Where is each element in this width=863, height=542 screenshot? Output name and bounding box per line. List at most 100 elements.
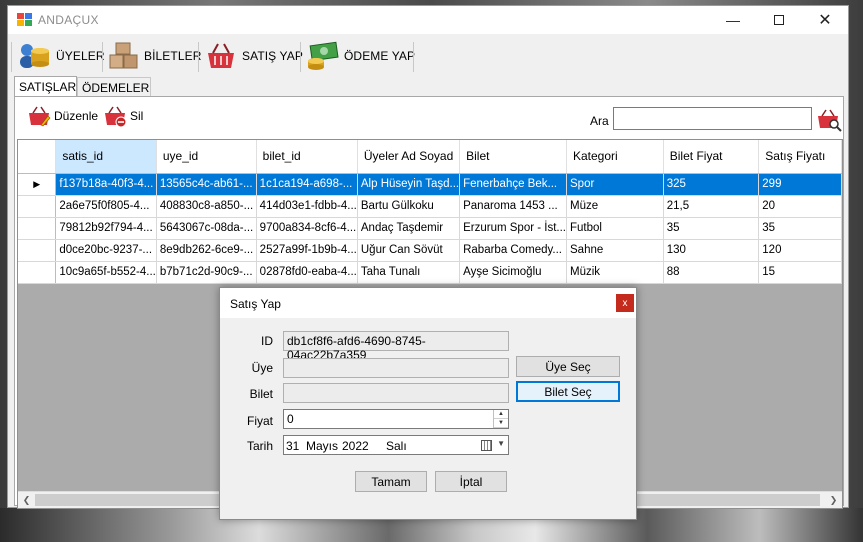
table-cell[interactable]: 79812b92f794-4... (55, 217, 157, 240)
table-row[interactable]: ▶ f137b18a-40f3-4... 13565c4c-ab61-... 1… (18, 173, 842, 196)
table-cell[interactable]: 1c1ca194-a698-... (256, 173, 358, 196)
table-cell[interactable]: Ayşe Sicimoğlu (459, 261, 567, 284)
table-cell[interactable]: Erzurum Spor - İst... (459, 217, 567, 240)
table-cell[interactable]: 21,5 (663, 195, 760, 218)
table-cell[interactable]: Bartu Gülkoku (357, 195, 461, 218)
spin-up-icon[interactable]: ▲ (494, 410, 508, 419)
tab-sales[interactable]: SATIŞLAR (14, 76, 77, 98)
id-field[interactable]: db1cf8f6-afd6-4690-8745-04ac22b7a359 (283, 331, 509, 362)
table-cell[interactable]: Müze (566, 195, 664, 218)
maximize-button[interactable] (756, 6, 802, 34)
column-header[interactable]: Kategori (566, 140, 664, 174)
table-cell[interactable]: 15 (758, 261, 842, 284)
table-cell[interactable]: Futbol (566, 217, 664, 240)
table-cell[interactable]: d0ce20bc-9237-... (55, 239, 157, 262)
calendar-icon[interactable] (481, 440, 492, 451)
toolbar-separator (300, 42, 301, 72)
column-header[interactable]: uye_id (156, 140, 257, 174)
ticket-field[interactable] (283, 383, 509, 403)
column-header[interactable]: satis_id (55, 140, 157, 174)
table-cell[interactable]: 130 (663, 239, 760, 262)
table-row[interactable]: 79812b92f794-4... 5643067c-08da-... 9700… (18, 217, 842, 240)
row-header[interactable] (18, 239, 57, 262)
pay-label: ÖDEME YAP (344, 49, 416, 63)
edit-button[interactable]: Düzenle (27, 105, 98, 127)
column-header[interactable]: Bilet (459, 140, 567, 174)
table-cell[interactable]: 02878fd0-eaba-4... (256, 261, 358, 284)
table-cell[interactable]: Müzik (566, 261, 664, 284)
minimize-button[interactable]: — (710, 6, 756, 34)
table-cell[interactable]: Panaroma 1453 ... (459, 195, 567, 218)
table-cell[interactable]: 35 (758, 217, 842, 240)
pay-button[interactable]: ÖDEME YAP (306, 40, 415, 72)
table-cell[interactable]: 408830c8-a850-... (156, 195, 257, 218)
corner-header[interactable] (18, 140, 57, 174)
table-cell[interactable]: 414d03e1-fdbb-4... (256, 195, 358, 218)
table-cell[interactable]: 88 (663, 261, 760, 284)
row-header[interactable] (18, 217, 57, 240)
ok-button[interactable]: Tamam (355, 471, 427, 492)
column-header[interactable]: bilet_id (256, 140, 358, 174)
table-cell[interactable]: Uğur Can Sövüt (357, 239, 461, 262)
date-picker[interactable]: 31 Mayıs 2022 Salı ▼ (283, 435, 509, 455)
ticket-label: Bilet (249, 387, 273, 401)
table-cell[interactable]: 13565c4c-ab61-... (156, 173, 257, 196)
table-cell[interactable]: 10c9a65f-b552-4... (55, 261, 157, 284)
table-row[interactable]: 2a6e75f0f805-4... 408830c8-a850-... 414d… (18, 195, 842, 218)
column-header[interactable]: Bilet Fiyat (663, 140, 760, 174)
table-cell[interactable]: Andaç Taşdemir (357, 217, 461, 240)
table-row[interactable]: 10c9a65f-b552-4... b7b71c2d-90c9-... 028… (18, 261, 842, 284)
table-cell[interactable]: 2a6e75f0f805-4... (55, 195, 157, 218)
scroll-right-icon[interactable]: ❯ (825, 492, 842, 508)
table-row[interactable]: d0ce20bc-9237-... 8e9db262-6ce9-... 2527… (18, 239, 842, 262)
table-cell[interactable]: Taha Tunalı (357, 261, 461, 284)
table-cell[interactable]: Rabarba Comedy... (459, 239, 567, 262)
member-field[interactable] (283, 358, 509, 378)
table-cell[interactable]: 325 (663, 173, 760, 196)
delete-button[interactable]: Sil (103, 105, 143, 127)
price-spinner[interactable]: ▲ ▼ (493, 410, 508, 428)
table-cell[interactable]: 2527a99f-1b9b-4... (256, 239, 358, 262)
spin-down-icon[interactable]: ▼ (494, 419, 508, 428)
edit-label: Düzenle (54, 109, 99, 123)
table-cell[interactable]: 9700a834-8cf6-4... (256, 217, 358, 240)
row-header[interactable] (18, 261, 57, 284)
tab-payments[interactable]: ÖDEMELER (77, 77, 151, 97)
price-label: Fiyat (246, 414, 273, 428)
table-cell[interactable]: 35 (663, 217, 760, 240)
table-cell[interactable]: 120 (758, 239, 842, 262)
header-row: satis_id uye_id bilet_id Üyeler Ad Soyad… (18, 140, 842, 174)
chevron-down-icon[interactable]: ▼ (497, 439, 505, 448)
row-header[interactable]: ▶ (18, 173, 57, 196)
members-button[interactable]: ÜYELER (18, 40, 105, 72)
dialog-title: Satış Yap (230, 297, 281, 311)
price-stepper[interactable]: 0 ▲ ▼ (283, 409, 509, 429)
table-cell[interactable]: 299 (758, 173, 842, 196)
table-cell[interactable]: 5643067c-08da-... (156, 217, 257, 240)
row-header[interactable] (18, 195, 57, 218)
select-ticket-button[interactable]: Bilet Seç (516, 381, 620, 402)
table-cell[interactable]: f137b18a-40f3-4... (55, 173, 157, 196)
table-cell[interactable]: b7b71c2d-90c9-... (156, 261, 257, 284)
table-cell[interactable]: Alp Hüseyin Taşd... (357, 173, 461, 196)
table-cell[interactable]: 20 (758, 195, 842, 218)
scroll-left-icon[interactable]: ❮ (18, 492, 35, 508)
table-cell[interactable]: Sahne (566, 239, 664, 262)
title-bar[interactable]: ANDAÇUX — ✕ (8, 6, 848, 34)
search-input[interactable] (613, 107, 812, 130)
basket-search-icon[interactable] (816, 108, 842, 132)
cancel-button[interactable]: İptal (435, 471, 507, 492)
select-member-button[interactable]: Üye Seç (516, 356, 620, 377)
dialog-close-button[interactable]: x (616, 294, 634, 312)
table-cell[interactable]: Fenerbahçe Bek... (459, 173, 567, 196)
column-header[interactable]: Üyeler Ad Soyad (357, 140, 461, 174)
dialog-title-bar[interactable]: Satış Yap x (220, 288, 636, 318)
minimize-icon: — (726, 12, 740, 28)
table-cell[interactable]: Spor (566, 173, 664, 196)
table-cell[interactable]: 8e9db262-6ce9-... (156, 239, 257, 262)
sell-button[interactable]: SATIŞ YAP (204, 40, 303, 72)
tickets-button[interactable]: BİLETLER (108, 40, 202, 72)
close-button[interactable]: ✕ (802, 6, 848, 34)
close-icon: x (622, 297, 628, 309)
column-header[interactable]: Satış Fiyatı (758, 140, 842, 174)
